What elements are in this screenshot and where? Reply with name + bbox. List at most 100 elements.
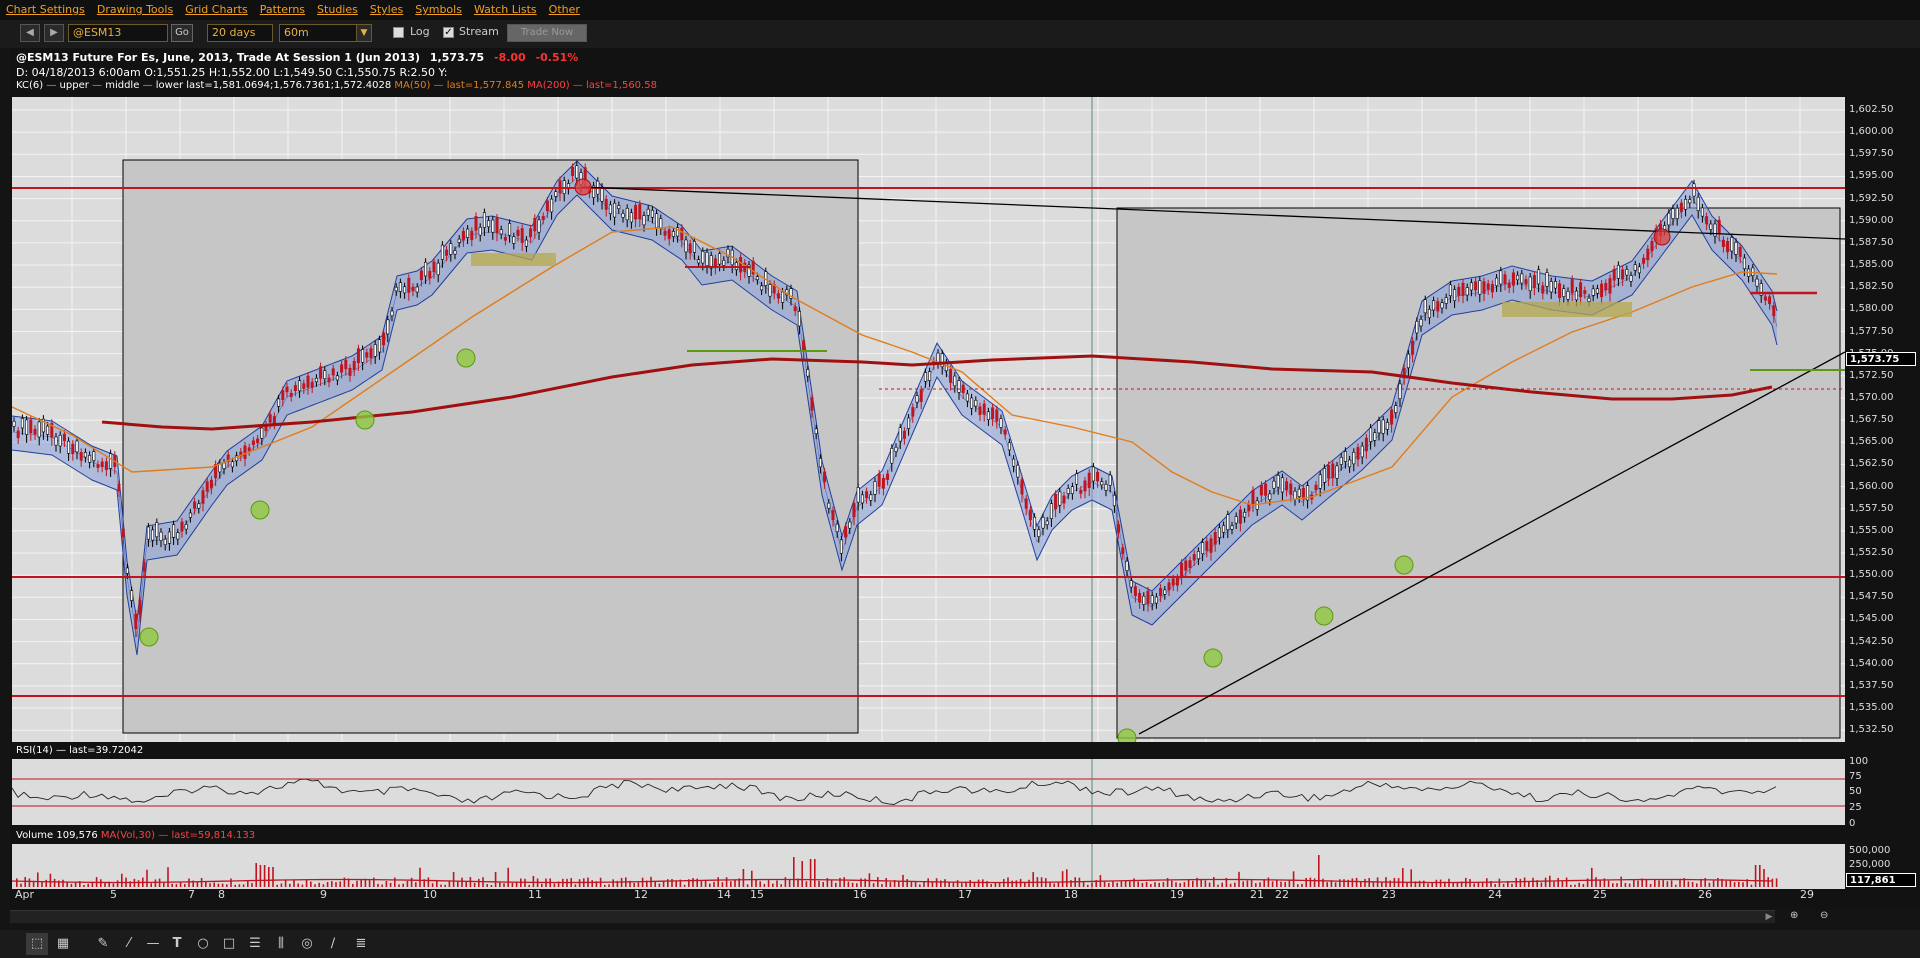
candle-body xyxy=(1285,481,1289,491)
menu-watch-lists[interactable]: Watch Lists xyxy=(474,0,537,20)
swing-low-marker[interactable] xyxy=(250,500,270,520)
drawing-toolbar: ⬚ ▦ ✎ ⁄ — T ○ □ ☰ ⫼ ◎ ∕ ≣ xyxy=(0,930,1920,958)
price-tick: 1,547.50 xyxy=(1849,591,1894,603)
volume-bar xyxy=(763,883,766,887)
candle-body xyxy=(293,385,297,391)
zoom-out-icon[interactable]: ⊖ xyxy=(1820,910,1845,923)
volume-bar xyxy=(112,883,115,887)
volume-bar xyxy=(1494,884,1496,887)
volume-bar xyxy=(377,883,379,887)
volume-bar xyxy=(574,884,577,887)
candle-body xyxy=(1734,241,1738,255)
stream-checkbox[interactable]: ✓ xyxy=(443,27,454,38)
volume-bar xyxy=(230,878,232,887)
candle-body xyxy=(604,198,608,210)
menu-chart-settings[interactable]: Chart Settings xyxy=(6,0,85,20)
volume-bar xyxy=(952,882,955,887)
swing-low-marker[interactable] xyxy=(1314,606,1334,626)
fib-icon[interactable]: ☰ xyxy=(244,933,266,955)
candle-body xyxy=(1566,291,1570,300)
volume-bar xyxy=(217,883,220,887)
volume-bar xyxy=(1402,868,1404,887)
period-select[interactable]: 20 days xyxy=(207,24,273,42)
back-button[interactable]: ◀ xyxy=(20,24,40,42)
volume-bar xyxy=(1553,881,1555,887)
line-icon[interactable]: ⁄ xyxy=(118,933,140,955)
grid-icon[interactable]: ▦ xyxy=(52,933,74,955)
swing-high-marker[interactable] xyxy=(574,178,592,196)
menu-grid-charts[interactable]: Grid Charts xyxy=(185,0,248,20)
zoom-in-icon[interactable]: ⊕ xyxy=(1790,910,1815,923)
rsi-label: RSI(14) xyxy=(16,745,53,756)
swing-low-marker[interactable] xyxy=(1117,728,1137,742)
swing-low-marker[interactable] xyxy=(1394,555,1414,575)
candle-body xyxy=(974,399,978,407)
volume-bar xyxy=(1028,879,1030,887)
candle-body xyxy=(470,230,474,241)
pointer-icon[interactable]: ⬚ xyxy=(26,933,48,955)
candle-body xyxy=(1486,283,1490,290)
volume-bar xyxy=(322,884,325,887)
candle-body xyxy=(1087,472,1091,489)
volume-bar xyxy=(872,883,875,887)
hline-icon[interactable]: — xyxy=(142,933,164,955)
candle-body xyxy=(873,481,877,495)
swing-low-marker[interactable] xyxy=(456,348,476,368)
go-button[interactable]: Go xyxy=(171,24,193,42)
menu-studies[interactable]: Studies xyxy=(317,0,358,20)
volume-bar xyxy=(633,882,635,887)
candle-body xyxy=(1768,296,1772,305)
ma200-label: MA(200) xyxy=(527,80,570,91)
ellipse-icon[interactable]: ○ xyxy=(192,933,214,955)
scroll-right-icon[interactable]: ▶ xyxy=(1763,911,1775,923)
candle-body xyxy=(999,418,1003,428)
trade-now-button[interactable]: Trade Now xyxy=(507,24,587,42)
chevron-down-icon[interactable]: ▼ xyxy=(356,24,372,42)
list-icon[interactable]: ≣ xyxy=(350,933,372,955)
volume-bar xyxy=(1578,882,1580,887)
candle-body xyxy=(356,348,360,364)
candle-body xyxy=(1230,525,1234,530)
price-pane[interactable] xyxy=(12,97,1845,742)
supply-zone-right[interactable] xyxy=(1502,302,1632,317)
rsi-pane[interactable] xyxy=(12,759,1845,825)
swing-low-marker[interactable] xyxy=(139,627,159,647)
symbol-input[interactable]: @ESM13 xyxy=(68,24,168,42)
candle-body xyxy=(1327,465,1331,479)
interval-select[interactable]: 60m xyxy=(279,24,357,42)
brush-icon[interactable]: ∕ xyxy=(322,933,344,955)
forward-button[interactable]: ▶ xyxy=(44,24,64,42)
volume-bar xyxy=(1192,880,1194,887)
swing-low-marker[interactable] xyxy=(355,410,375,430)
bars-icon[interactable]: ⫼ xyxy=(270,933,292,955)
menu-other[interactable]: Other xyxy=(549,0,580,20)
volume-bar xyxy=(1158,882,1160,887)
volume-bar xyxy=(49,873,52,887)
swing-low-marker[interactable] xyxy=(1203,648,1223,668)
menu-drawing-tools[interactable]: Drawing Tools xyxy=(97,0,173,20)
log-checkbox[interactable] xyxy=(393,27,404,38)
volume-pane[interactable] xyxy=(12,844,1845,889)
volume-bar xyxy=(209,883,211,887)
candle-body xyxy=(394,286,398,292)
menu-symbols[interactable]: Symbols xyxy=(415,0,462,20)
rsi-level-100: 100 xyxy=(1849,756,1869,767)
rect-icon[interactable]: □ xyxy=(218,933,240,955)
volume-bar xyxy=(541,883,543,887)
pencil-icon[interactable]: ✎ xyxy=(92,933,114,955)
pitchfork-icon[interactable]: ◎ xyxy=(296,933,318,955)
volume-bar xyxy=(1326,882,1328,887)
candle-body xyxy=(1394,405,1398,413)
menu-patterns[interactable]: Patterns xyxy=(260,0,305,20)
supply-zone-left[interactable] xyxy=(471,253,556,266)
candle-body xyxy=(1272,480,1276,489)
swing-high-marker[interactable] xyxy=(1653,228,1671,246)
volume-bar xyxy=(675,880,677,887)
menu-styles[interactable]: Styles xyxy=(370,0,403,20)
candle-body xyxy=(428,270,432,279)
time-scrollbar[interactable]: ▶ xyxy=(10,910,1775,923)
volume-bar xyxy=(717,877,719,887)
candle-body xyxy=(1591,288,1595,296)
volume-bar xyxy=(1309,877,1312,887)
text-icon[interactable]: T xyxy=(166,933,188,955)
